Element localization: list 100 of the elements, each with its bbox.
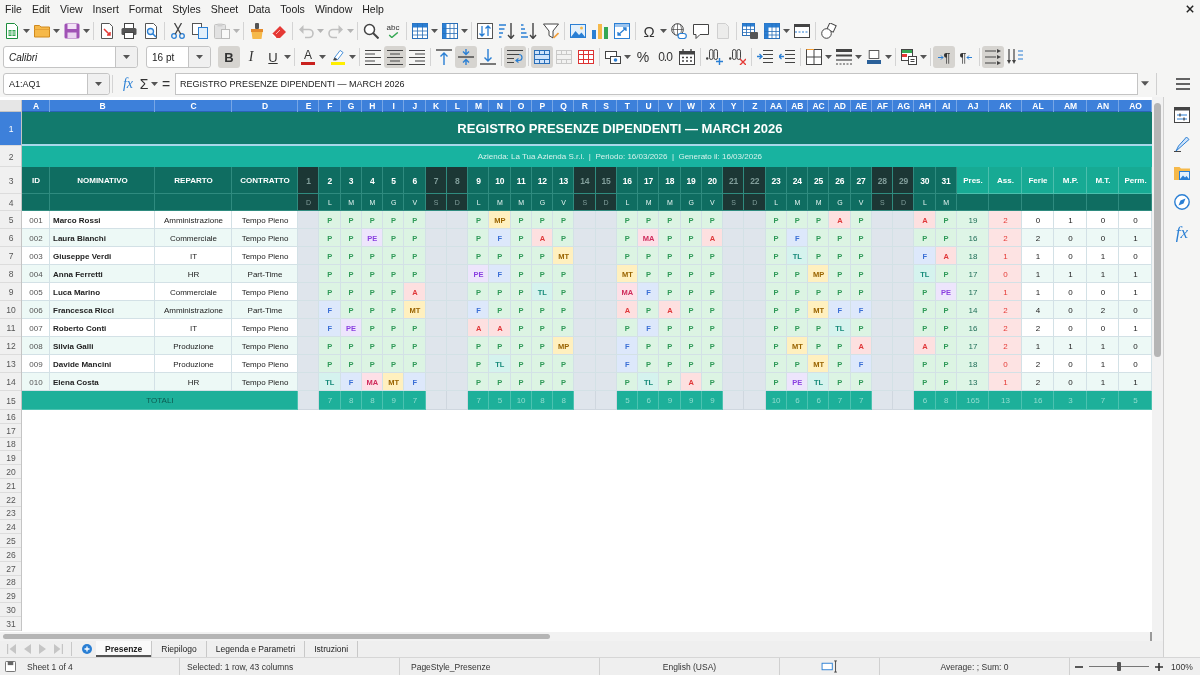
formula-input-field[interactable]: REGISTRO PRESENZE DIPENDENTI — MARCH 2026 [175,72,1138,95]
align-center-button[interactable] [384,46,406,68]
column-header[interactable]: R [574,100,596,112]
column-header[interactable]: K [425,100,447,112]
caret-icon[interactable] [885,55,892,59]
sum-button[interactable]: Σ [137,72,151,95]
close-icon[interactable] [1186,5,1194,13]
column-header[interactable]: AD [829,100,851,112]
printer-icon[interactable] [121,23,137,39]
column-header[interactable]: P [531,100,553,112]
column-header[interactable]: AI [935,100,957,112]
menu-item[interactable]: Window [309,3,358,15]
funnel-icon[interactable] [543,23,559,39]
caret-icon[interactable] [195,55,203,59]
rectangle-cursor-icon[interactable] [821,660,838,673]
copy-icon[interactable] [192,23,208,39]
minus-icon[interactable] [1075,665,1083,668]
up-down-arrows-icon[interactable] [477,23,493,39]
spreadsheet-document-icon[interactable] [4,23,20,39]
column-header[interactable]: N [489,100,511,112]
menu-icon[interactable] [1176,77,1190,90]
column-header[interactable]: Y [723,100,745,112]
column-header[interactable]: O [510,100,532,112]
conditional-format-icon[interactable] [901,49,917,65]
plus-circle-icon[interactable] [82,644,92,654]
row-header[interactable]: 2 [0,146,22,167]
row-header[interactable]: 13 [0,355,22,373]
column-header[interactable]: V [659,100,681,112]
column-header[interactable]: I [383,100,405,112]
frozen-table-icon[interactable] [764,23,780,39]
row-header[interactable]: 4 [0,194,22,211]
column-header[interactable]: J [404,100,426,112]
row-header[interactable]: 25 [0,534,22,548]
row-header[interactable]: 30 [0,603,22,617]
calendar-icon[interactable] [679,49,695,65]
column-header[interactable]: Q [553,100,575,112]
column-header[interactable]: AB [786,100,808,112]
number-format-button[interactable]: 0.0 [654,46,676,68]
caret-icon[interactable] [319,55,326,59]
split-window-icon[interactable] [794,23,810,39]
column-header[interactable]: AF [871,100,893,112]
row-header[interactable]: 6 [0,229,22,247]
menu-item[interactable]: Sheet [205,3,244,15]
borders-icon[interactable] [806,49,822,65]
column-header[interactable]: L [446,100,468,112]
menu-item[interactable]: Format [123,3,168,15]
merge-center-button[interactable] [531,46,553,68]
menu-item[interactable]: File [0,3,27,15]
column-header[interactable]: A [22,100,50,112]
column-header[interactable]: AL [1021,100,1055,112]
column-header[interactable]: AO [1119,100,1152,112]
caret-icon[interactable] [122,55,130,59]
caret-icon[interactable] [461,29,468,33]
bold-button[interactable]: B [218,46,240,68]
row-header[interactable]: 15 [0,391,22,410]
special-character-button[interactable]: Ω [638,20,660,42]
row-header[interactable]: 7 [0,247,22,265]
shapes-icon[interactable] [821,23,837,39]
page-magnifier-icon[interactable] [143,23,159,39]
column-header[interactable]: U [638,100,660,112]
caret-icon[interactable] [349,55,356,59]
column-header[interactable]: F [319,100,341,112]
caret-icon[interactable] [855,55,862,59]
row-header[interactable]: 16 [0,410,22,424]
underline-button[interactable]: U [262,46,284,68]
menu-item[interactable]: Insert [87,3,124,15]
column-header[interactable]: AK [989,100,1022,112]
line-style-icon[interactable] [836,49,852,65]
name-box-field[interactable]: A1:AQ1 [3,72,110,95]
decrease-indent-icon[interactable] [779,49,795,65]
column-header[interactable]: AN [1086,100,1120,112]
column-header[interactable]: C [155,100,232,112]
caret-icon[interactable] [624,55,631,59]
caret-icon[interactable] [284,55,291,59]
column-header[interactable]: M [468,100,490,112]
align-top-button[interactable] [433,46,455,68]
caret-icon[interactable] [23,29,30,33]
column-header[interactable]: B [50,100,155,112]
eraser-icon[interactable] [271,23,287,39]
wrap-text-button[interactable] [504,46,526,68]
caret-icon[interactable] [151,81,158,86]
spelling-button[interactable]: abc [382,20,404,42]
row-header[interactable]: 19 [0,451,22,466]
caret-icon[interactable] [53,29,60,33]
text-direction-button[interactable] [982,46,1004,68]
zoom-level[interactable]: 100% [1171,661,1193,672]
search-icon[interactable] [363,23,379,39]
font-color-button[interactable]: A [297,46,319,68]
sort-descending-icon[interactable] [521,23,537,39]
caret-icon[interactable] [825,55,832,59]
function-wizard-button[interactable]: fx [121,72,135,95]
table-columns-icon[interactable] [442,23,458,39]
sort-ascending-icon[interactable] [499,23,515,39]
column-header[interactable]: AE [850,100,872,112]
column-header[interactable]: AG [893,100,915,112]
italic-button[interactable]: I [240,46,262,68]
align-bottom-button[interactable] [477,46,499,68]
formula-button[interactable]: = [160,72,172,95]
row-header[interactable]: 11 [0,319,22,337]
image-icon[interactable] [570,23,586,39]
